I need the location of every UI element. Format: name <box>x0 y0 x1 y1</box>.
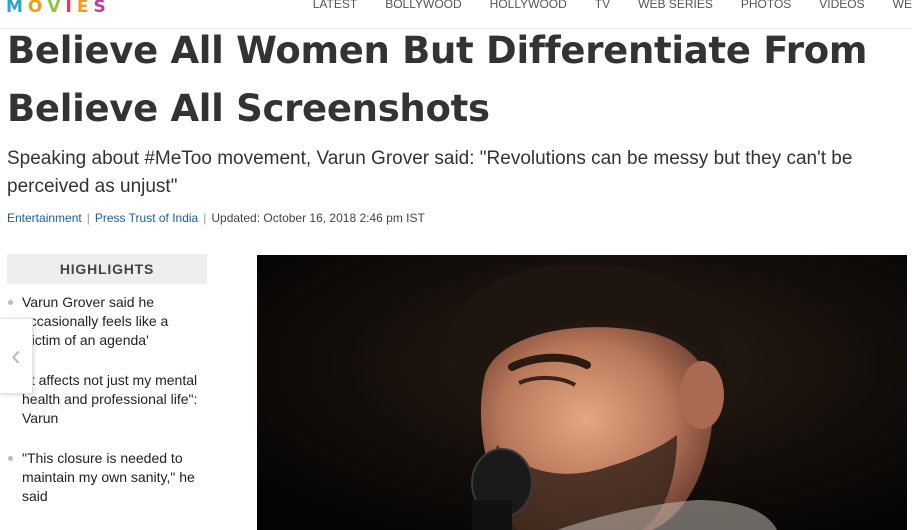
nav-item-web-series[interactable]: WEB SERIES <box>638 0 713 11</box>
highlight-item: "It affects not just my mental health an… <box>7 371 207 428</box>
highlights-box: HIGHLIGHTS Varun Grover said he occasion… <box>7 254 207 527</box>
nav-item-web[interactable]: WEB <box>893 0 912 11</box>
logo-letter: M <box>6 0 24 17</box>
author-link[interactable]: Press Trust of India <box>95 211 198 225</box>
nav-item-latest[interactable]: LATEST <box>313 0 357 11</box>
logo-letter: I <box>65 0 73 17</box>
nav-item-tv[interactable]: TV <box>595 0 610 11</box>
highlight-item: Varun Grover said he occasionally feels … <box>7 293 207 350</box>
main-nav: LATEST BOLLYWOOD HOLLYWOOD TV WEB SERIES… <box>313 0 912 11</box>
highlights-title: HIGHLIGHTS <box>7 254 207 284</box>
site-logo[interactable]: M O V I E S <box>6 0 107 17</box>
meta-separator: | <box>203 211 207 225</box>
article-meta: Entertainment | Press Trust of India | U… <box>7 211 425 225</box>
logo-letter: S <box>93 0 107 17</box>
logo-letter: V <box>47 0 62 17</box>
logo-letter: O <box>27 0 44 17</box>
meta-separator: | <box>86 211 90 225</box>
nav-item-photos[interactable]: PHOTOS <box>741 0 791 11</box>
article-subtitle: Speaking about #MeToo movement, Varun Gr… <box>7 148 853 197</box>
highlights-list: Varun Grover said he occasionally feels … <box>7 293 207 506</box>
previous-article-button[interactable]: ‹ <box>0 318 33 394</box>
nav-item-hollywood[interactable]: HOLLYWOOD <box>490 0 567 11</box>
article-hero-image[interactable] <box>257 255 907 530</box>
portrait-photo <box>257 255 907 530</box>
logo-letter: E <box>76 0 90 17</box>
updated-timestamp: Updated: October 16, 2018 2:46 pm IST <box>211 211 425 225</box>
chevron-left-icon: ‹ <box>11 339 21 372</box>
article-headline: Believe All Women But Differentiate From… <box>7 29 868 130</box>
highlight-item: "This closure is needed to maintain my o… <box>7 449 207 506</box>
nav-item-videos[interactable]: VIDEOS <box>819 0 864 11</box>
category-link[interactable]: Entertainment <box>7 211 82 225</box>
nav-item-bollywood[interactable]: BOLLYWOOD <box>385 0 461 11</box>
